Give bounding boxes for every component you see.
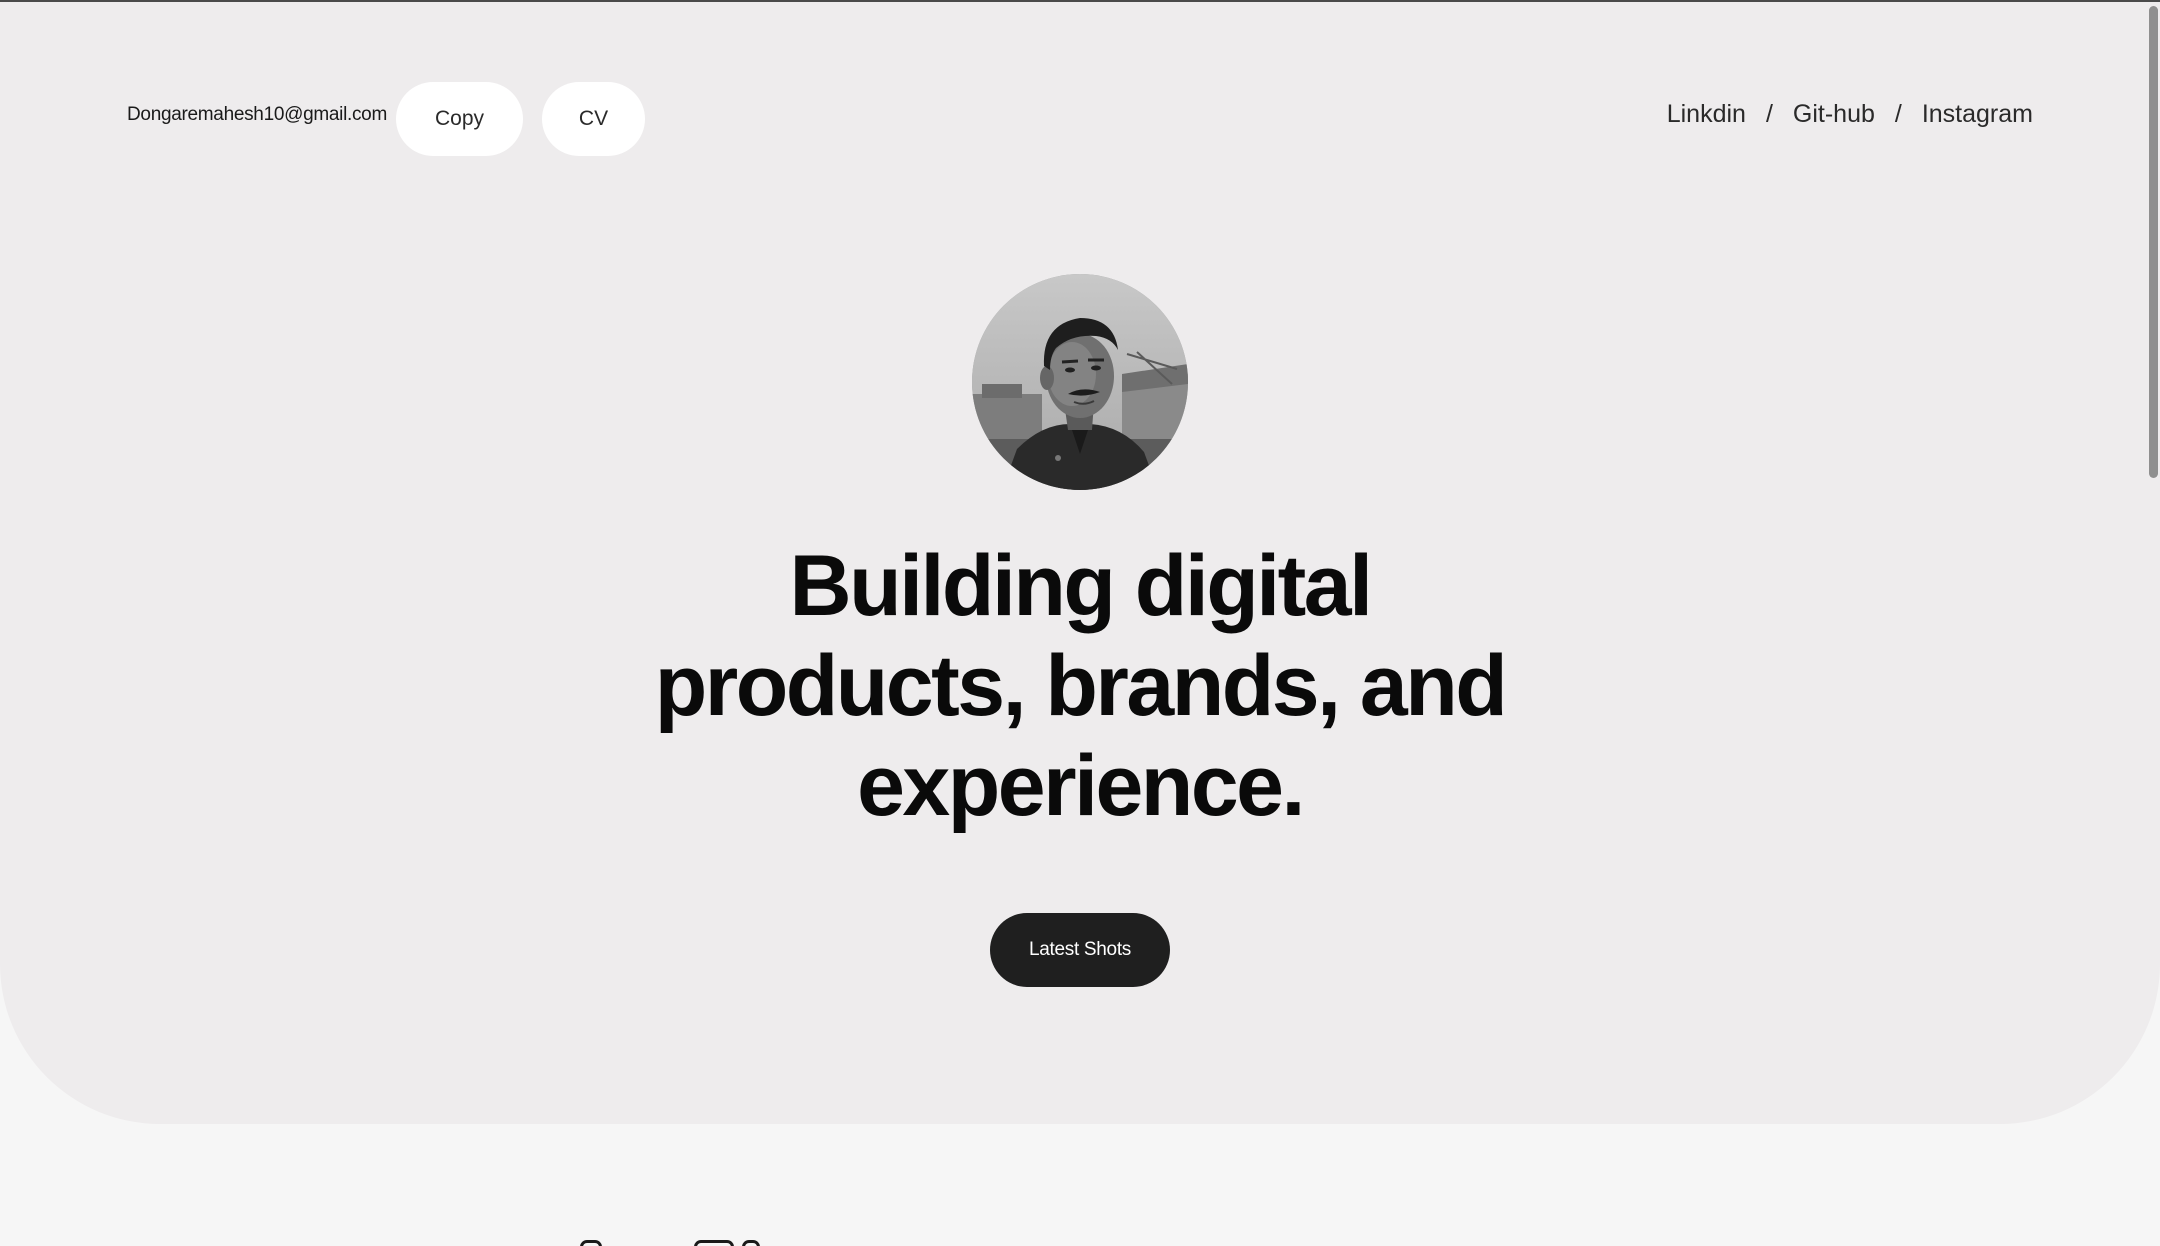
linkedin-link[interactable]: Linkdin	[1667, 100, 1746, 129]
glyph-fragment	[580, 1240, 602, 1246]
next-section-heading-partial	[570, 1238, 810, 1246]
copy-button[interactable]: Copy	[396, 82, 523, 156]
headline-line: experience.	[857, 738, 1305, 834]
avatar	[972, 274, 1188, 490]
page: Dongaremahesh10@gmail.com Copy CV Linkdi…	[0, 0, 2160, 1246]
github-link[interactable]: Git-hub	[1793, 100, 1875, 129]
top-bar: Dongaremahesh10@gmail.com Copy CV Linkdi…	[0, 80, 2160, 156]
scrollbar-thumb[interactable]	[2149, 6, 2158, 478]
hero-section: Dongaremahesh10@gmail.com Copy CV Linkdi…	[0, 2, 2160, 1124]
profile-photo-icon	[972, 274, 1188, 490]
latest-shots-button[interactable]: Latest Shots	[990, 913, 1170, 987]
headline-line: Building digital	[789, 538, 1373, 634]
hero-headline: Building digital products, brands, and e…	[580, 536, 1580, 836]
glyph-fragment	[694, 1240, 734, 1246]
cv-button[interactable]: CV	[542, 82, 645, 156]
scrollbar[interactable]	[2146, 2, 2160, 1246]
separator: /	[1765, 100, 1773, 128]
headline-line: products, brands, and	[654, 638, 1508, 734]
separator: /	[1894, 100, 1902, 128]
social-links: Linkdin / Git-hub / Instagram	[1667, 100, 2033, 129]
instagram-link[interactable]: Instagram	[1922, 100, 2033, 129]
email-address[interactable]: Dongaremahesh10@gmail.com	[127, 104, 387, 126]
glyph-fragment	[742, 1240, 760, 1246]
